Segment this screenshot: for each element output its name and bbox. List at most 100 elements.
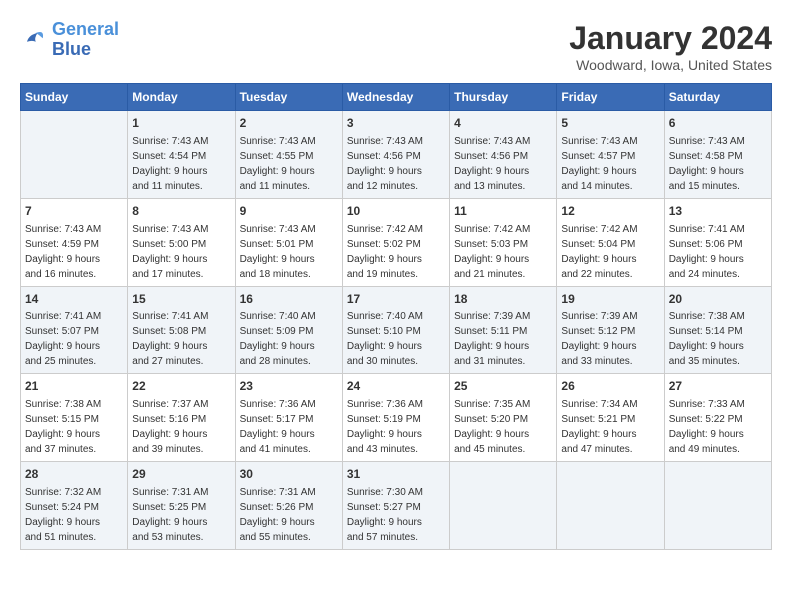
calendar-week-row: 21 Sunrise: 7:38 AMSunset: 5:15 PMDayligh… bbox=[21, 374, 772, 462]
calendar-cell: 19Sunrise: 7:39 AMSunset: 5:12 PMDayligh… bbox=[557, 286, 664, 374]
cell-content: Sunrise: 7:38 AMSunset: 5:14 PMDaylight:… bbox=[669, 309, 767, 369]
logo: General Blue bbox=[20, 20, 119, 60]
day-header-friday: Friday bbox=[557, 84, 664, 111]
calendar-cell: 17Sunrise: 7:40 AMSunset: 5:10 PMDayligh… bbox=[342, 286, 449, 374]
calendar-week-row: 7 Sunrise: 7:43 AMSunset: 4:59 PMDaylight… bbox=[21, 198, 772, 286]
day-number: 25 bbox=[454, 378, 552, 395]
logo-bird-icon bbox=[20, 26, 48, 54]
cell-content: Sunrise: 7:43 AMSunset: 4:54 PMDaylight:… bbox=[132, 134, 230, 194]
cell-content: Sunrise: 7:43 AMSunset: 4:56 PMDaylight:… bbox=[454, 134, 552, 194]
cell-content: Sunrise: 7:43 AMSunset: 4:59 PMDaylight:… bbox=[25, 222, 123, 282]
cell-content: Sunrise: 7:30 AMSunset: 5:27 PMDaylight:… bbox=[347, 485, 445, 545]
cell-content: Sunrise: 7:40 AMSunset: 5:09 PMDaylight:… bbox=[240, 309, 338, 369]
calendar-week-row: 28 Sunrise: 7:32 AMSunset: 5:24 PMDayligh… bbox=[21, 462, 772, 550]
day-number: 5 bbox=[561, 115, 659, 132]
calendar-cell: 24 Sunrise: 7:36 AMSunset: 5:19 PMDayligh… bbox=[342, 374, 449, 462]
calendar-cell: 12Sunrise: 7:42 AMSunset: 5:04 PMDayligh… bbox=[557, 198, 664, 286]
cell-content: Sunrise: 7:41 AMSunset: 5:08 PMDaylight:… bbox=[132, 309, 230, 369]
day-number: 7 bbox=[25, 203, 123, 220]
day-number: 20 bbox=[669, 291, 767, 308]
calendar-cell: 9Sunrise: 7:43 AMSunset: 5:01 PMDaylight… bbox=[235, 198, 342, 286]
day-number: 18 bbox=[454, 291, 552, 308]
calendar-cell: 26 Sunrise: 7:34 AMSunset: 5:21 PMDayligh… bbox=[557, 374, 664, 462]
calendar-cell bbox=[450, 462, 557, 550]
calendar-cell: 20Sunrise: 7:38 AMSunset: 5:14 PMDayligh… bbox=[664, 286, 771, 374]
cell-content: Sunrise: 7:39 AMSunset: 5:11 PMDaylight:… bbox=[454, 309, 552, 369]
location-subtitle: Woodward, Iowa, United States bbox=[569, 57, 772, 73]
day-number: 11 bbox=[454, 203, 552, 220]
title-section: January 2024 Woodward, Iowa, United Stat… bbox=[569, 20, 772, 73]
cell-content: Sunrise: 7:42 AMSunset: 5:02 PMDaylight:… bbox=[347, 222, 445, 282]
calendar-cell: 4Sunrise: 7:43 AMSunset: 4:56 PMDaylight… bbox=[450, 111, 557, 199]
calendar-cell: 22 Sunrise: 7:37 AMSunset: 5:16 PMDayligh… bbox=[128, 374, 235, 462]
day-number: 27 bbox=[669, 378, 767, 395]
cell-content: Sunrise: 7:38 AMSunset: 5:15 PMDaylight:… bbox=[25, 397, 123, 457]
calendar-header-row: SundayMondayTuesdayWednesdayThursdayFrid… bbox=[21, 84, 772, 111]
calendar-week-row: 1 Sunrise: 7:43 AMSunset: 4:54 PMDaylight… bbox=[21, 111, 772, 199]
calendar-table: SundayMondayTuesdayWednesdayThursdayFrid… bbox=[20, 83, 772, 550]
calendar-cell: 3Sunrise: 7:43 AMSunset: 4:56 PMDaylight… bbox=[342, 111, 449, 199]
day-number: 6 bbox=[669, 115, 767, 132]
day-number: 22 bbox=[132, 378, 230, 395]
cell-content: Sunrise: 7:43 AMSunset: 4:57 PMDaylight:… bbox=[561, 134, 659, 194]
calendar-cell: 14Sunrise: 7:41 AMSunset: 5:07 PMDayligh… bbox=[21, 286, 128, 374]
day-number: 30 bbox=[240, 466, 338, 483]
cell-content: Sunrise: 7:35 AMSunset: 5:20 PMDaylight:… bbox=[454, 397, 552, 457]
calendar-cell: 5 Sunrise: 7:43 AMSunset: 4:57 PMDaylight… bbox=[557, 111, 664, 199]
day-number: 21 bbox=[25, 378, 123, 395]
calendar-cell bbox=[21, 111, 128, 199]
calendar-cell bbox=[664, 462, 771, 550]
cell-content: Sunrise: 7:43 AMSunset: 4:58 PMDaylight:… bbox=[669, 134, 767, 194]
cell-content: Sunrise: 7:32 AMSunset: 5:24 PMDaylight:… bbox=[25, 485, 123, 545]
day-number: 23 bbox=[240, 378, 338, 395]
calendar-cell: 13 Sunrise: 7:41 AMSunset: 5:06 PMDayligh… bbox=[664, 198, 771, 286]
day-header-tuesday: Tuesday bbox=[235, 84, 342, 111]
page-header: General Blue January 2024 Woodward, Iowa… bbox=[20, 20, 772, 73]
day-header-wednesday: Wednesday bbox=[342, 84, 449, 111]
day-number: 14 bbox=[25, 291, 123, 308]
calendar-cell: 30 Sunrise: 7:31 AMSunset: 5:26 PMDayligh… bbox=[235, 462, 342, 550]
day-number: 24 bbox=[347, 378, 445, 395]
day-number: 31 bbox=[347, 466, 445, 483]
day-header-sunday: Sunday bbox=[21, 84, 128, 111]
cell-content: Sunrise: 7:40 AMSunset: 5:10 PMDaylight:… bbox=[347, 309, 445, 369]
calendar-week-row: 14Sunrise: 7:41 AMSunset: 5:07 PMDayligh… bbox=[21, 286, 772, 374]
day-number: 16 bbox=[240, 291, 338, 308]
cell-content: Sunrise: 7:42 AMSunset: 5:04 PMDaylight:… bbox=[561, 222, 659, 282]
day-number: 26 bbox=[561, 378, 659, 395]
cell-content: Sunrise: 7:36 AMSunset: 5:17 PMDaylight:… bbox=[240, 397, 338, 457]
calendar-cell: 2Sunrise: 7:43 AMSunset: 4:55 PMDaylight… bbox=[235, 111, 342, 199]
day-header-monday: Monday bbox=[128, 84, 235, 111]
calendar-cell: 29Sunrise: 7:31 AMSunset: 5:25 PMDayligh… bbox=[128, 462, 235, 550]
calendar-body: 1 Sunrise: 7:43 AMSunset: 4:54 PMDaylight… bbox=[21, 111, 772, 550]
day-header-thursday: Thursday bbox=[450, 84, 557, 111]
calendar-cell: 23 Sunrise: 7:36 AMSunset: 5:17 PMDayligh… bbox=[235, 374, 342, 462]
cell-content: Sunrise: 7:41 AMSunset: 5:06 PMDaylight:… bbox=[669, 222, 767, 282]
day-number: 17 bbox=[347, 291, 445, 308]
calendar-cell: 21 Sunrise: 7:38 AMSunset: 5:15 PMDayligh… bbox=[21, 374, 128, 462]
day-header-saturday: Saturday bbox=[664, 84, 771, 111]
day-number: 8 bbox=[132, 203, 230, 220]
calendar-cell: 11 Sunrise: 7:42 AMSunset: 5:03 PMDayligh… bbox=[450, 198, 557, 286]
calendar-cell: 15Sunrise: 7:41 AMSunset: 5:08 PMDayligh… bbox=[128, 286, 235, 374]
day-number: 1 bbox=[132, 115, 230, 132]
cell-content: Sunrise: 7:42 AMSunset: 5:03 PMDaylight:… bbox=[454, 222, 552, 282]
calendar-cell: 8 Sunrise: 7:43 AMSunset: 5:00 PMDaylight… bbox=[128, 198, 235, 286]
cell-content: Sunrise: 7:36 AMSunset: 5:19 PMDaylight:… bbox=[347, 397, 445, 457]
cell-content: Sunrise: 7:39 AMSunset: 5:12 PMDaylight:… bbox=[561, 309, 659, 369]
day-number: 19 bbox=[561, 291, 659, 308]
calendar-cell: 31 Sunrise: 7:30 AMSunset: 5:27 PMDayligh… bbox=[342, 462, 449, 550]
day-number: 13 bbox=[669, 203, 767, 220]
day-number: 10 bbox=[347, 203, 445, 220]
cell-content: Sunrise: 7:31 AMSunset: 5:26 PMDaylight:… bbox=[240, 485, 338, 545]
calendar-cell bbox=[557, 462, 664, 550]
cell-content: Sunrise: 7:37 AMSunset: 5:16 PMDaylight:… bbox=[132, 397, 230, 457]
calendar-cell: 1 Sunrise: 7:43 AMSunset: 4:54 PMDaylight… bbox=[128, 111, 235, 199]
calendar-cell: 18Sunrise: 7:39 AMSunset: 5:11 PMDayligh… bbox=[450, 286, 557, 374]
day-number: 3 bbox=[347, 115, 445, 132]
calendar-cell: 10 Sunrise: 7:42 AMSunset: 5:02 PMDayligh… bbox=[342, 198, 449, 286]
calendar-cell: 28 Sunrise: 7:32 AMSunset: 5:24 PMDayligh… bbox=[21, 462, 128, 550]
cell-content: Sunrise: 7:34 AMSunset: 5:21 PMDaylight:… bbox=[561, 397, 659, 457]
cell-content: Sunrise: 7:43 AMSunset: 5:00 PMDaylight:… bbox=[132, 222, 230, 282]
day-number: 28 bbox=[25, 466, 123, 483]
